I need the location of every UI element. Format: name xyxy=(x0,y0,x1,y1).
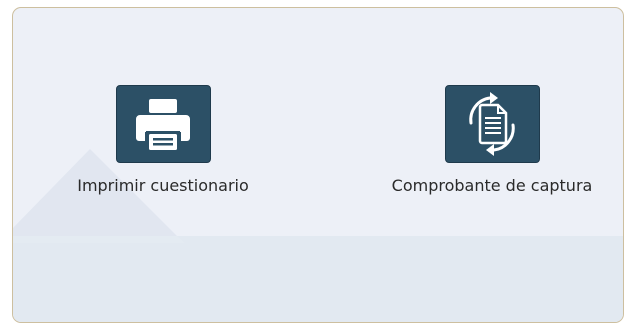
actions-panel: Imprimir cuestionario Comprobante de cap… xyxy=(12,7,624,323)
printer-icon xyxy=(136,99,190,150)
capture-receipt-action[interactable]: Comprobante de captura xyxy=(372,85,612,196)
print-questionnaire-action[interactable]: Imprimir cuestionario xyxy=(43,85,283,196)
capture-receipt-button[interactable] xyxy=(444,85,540,163)
document-sync-icon xyxy=(469,92,515,156)
capture-receipt-label: Comprobante de captura xyxy=(391,176,593,195)
print-questionnaire-button[interactable] xyxy=(115,85,211,163)
print-questionnaire-label: Imprimir cuestionario xyxy=(77,176,249,195)
